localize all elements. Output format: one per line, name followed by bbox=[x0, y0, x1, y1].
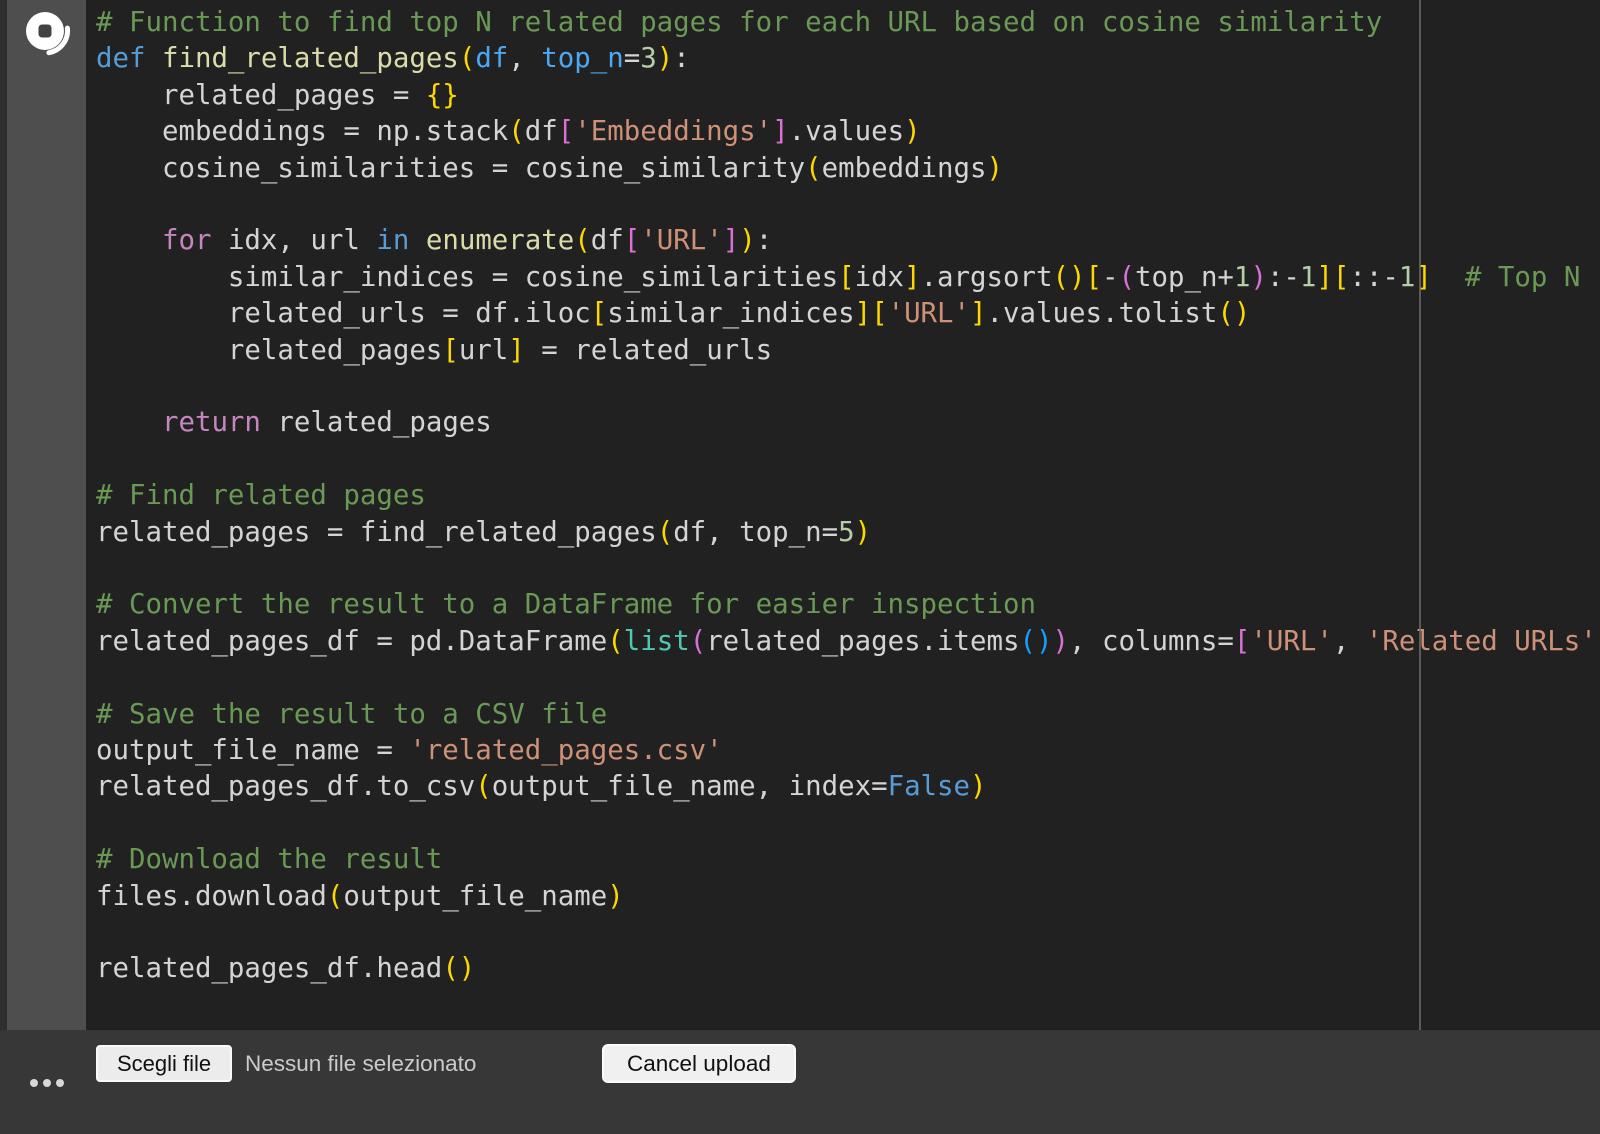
code-line: output_file_name = 'related_pages.csv' bbox=[96, 733, 1597, 769]
code-line: related_pages_df.head() bbox=[96, 951, 1597, 987]
stop-spinner-icon bbox=[26, 12, 72, 58]
left-rail bbox=[0, 0, 7, 1030]
code-line: # Function to find top N related pages f… bbox=[96, 5, 1597, 41]
code-line: files.download(output_file_name) bbox=[96, 879, 1597, 915]
code-line: cosine_similarities = cosine_similarity(… bbox=[96, 151, 1597, 187]
cell-output-bar: Scegli file Nessun file selezionato Canc… bbox=[0, 1030, 1600, 1134]
code-line: embeddings = np.stack(df['Embeddings'].v… bbox=[96, 114, 1597, 150]
code-line: # Save the result to a CSV file bbox=[96, 697, 1597, 733]
dot bbox=[43, 1079, 51, 1087]
code-line: related_pages = find_related_pages(df, t… bbox=[96, 515, 1597, 551]
code-line bbox=[96, 660, 1597, 696]
cancel-upload-button[interactable]: Cancel upload bbox=[602, 1044, 796, 1083]
code-line: related_pages = {} bbox=[96, 78, 1597, 114]
code-editor-area[interactable]: # Function to find top N related pages f… bbox=[86, 0, 1600, 1030]
code-line: related_pages_df = pd.DataFrame(list(rel… bbox=[96, 624, 1597, 660]
code-line: # Download the result bbox=[96, 842, 1597, 878]
stop-execution-button[interactable] bbox=[26, 12, 72, 58]
code-line: # Find related pages bbox=[96, 478, 1597, 514]
code-line bbox=[96, 442, 1597, 478]
code-cell: # Function to find top N related pages f… bbox=[0, 0, 1600, 1030]
dot bbox=[56, 1079, 64, 1087]
code-line: related_urls = df.iloc[similar_indices][… bbox=[96, 296, 1597, 332]
code-line bbox=[96, 187, 1597, 223]
code-line: related_pages_df.to_csv(output_file_name… bbox=[96, 769, 1597, 805]
code-line bbox=[96, 551, 1597, 587]
ellipsis-icon bbox=[30, 1079, 64, 1087]
code-line bbox=[96, 915, 1597, 951]
code-line: related_pages[url] = related_urls bbox=[96, 333, 1597, 369]
code-line: # Convert the result to a DataFrame for … bbox=[96, 587, 1597, 623]
code-line: similar_indices = cosine_similarities[id… bbox=[96, 260, 1597, 296]
code-line: return related_pages bbox=[96, 405, 1597, 441]
code-line: for idx, url in enumerate(df['URL']): bbox=[96, 223, 1597, 259]
code-line bbox=[96, 806, 1597, 842]
choose-file-button[interactable]: Scegli file bbox=[96, 1045, 232, 1082]
file-status-text: Nessun file selezionato bbox=[245, 1051, 476, 1077]
code-line bbox=[96, 369, 1597, 405]
dot bbox=[30, 1079, 38, 1087]
column-ruler bbox=[1419, 0, 1421, 1030]
cell-gutter bbox=[7, 0, 86, 1030]
code-line: def find_related_pages(df, top_n=3): bbox=[96, 41, 1597, 77]
code-editor: # Function to find top N related pages f… bbox=[96, 5, 1597, 988]
